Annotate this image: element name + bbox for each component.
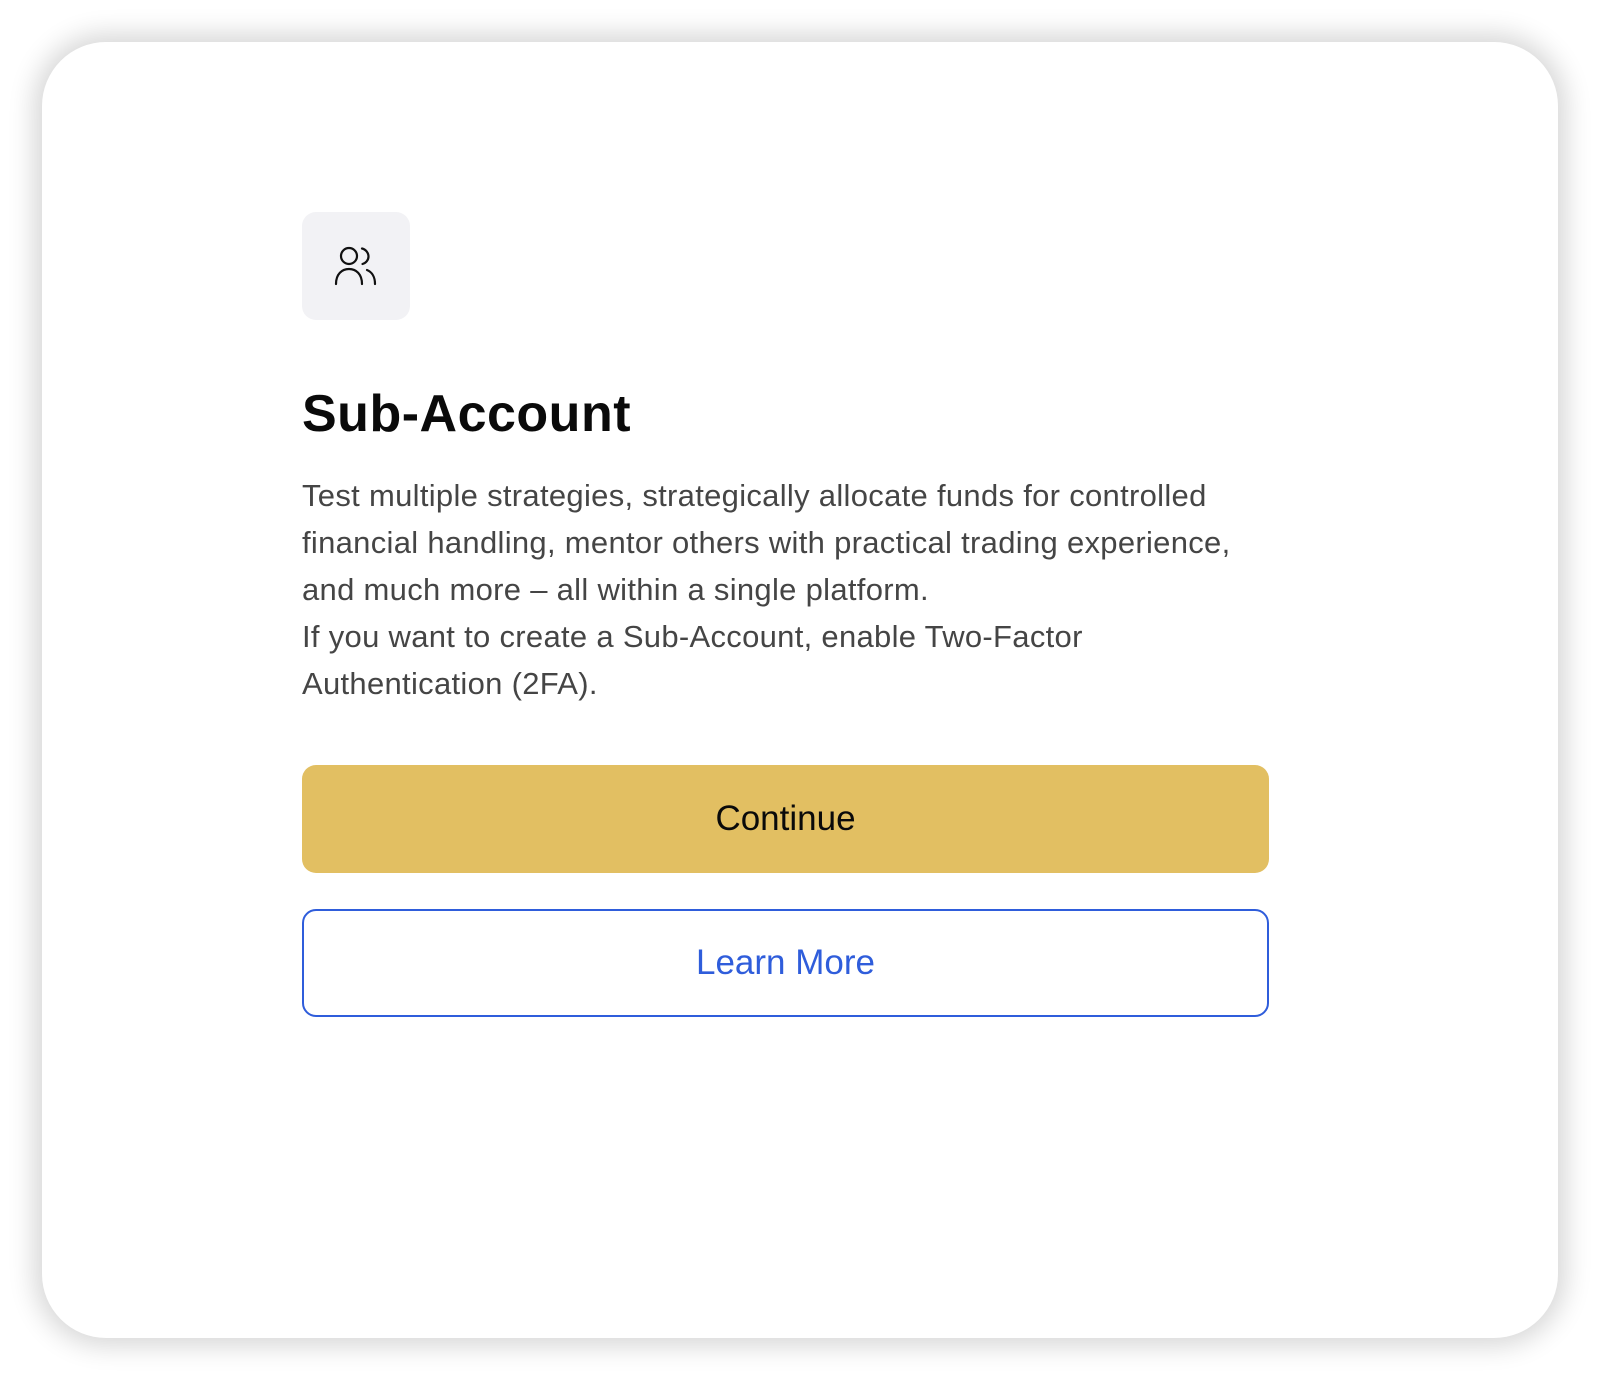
- icon-container: [302, 212, 410, 320]
- card-content: Sub-Account Test multiple strategies, st…: [302, 212, 1269, 1017]
- description-2fa-note: If you want to create a Sub-Account, ena…: [302, 619, 1083, 701]
- dialog-description: Test multiple strategies, strategically …: [302, 472, 1269, 707]
- learn-more-button[interactable]: Learn More: [302, 909, 1269, 1017]
- users-icon: [334, 246, 377, 286]
- sub-account-card: Sub-Account Test multiple strategies, st…: [42, 42, 1558, 1338]
- description-paragraph: Test multiple strategies, strategically …: [302, 478, 1231, 607]
- dialog-title: Sub-Account: [302, 385, 632, 443]
- continue-button[interactable]: Continue: [302, 765, 1269, 873]
